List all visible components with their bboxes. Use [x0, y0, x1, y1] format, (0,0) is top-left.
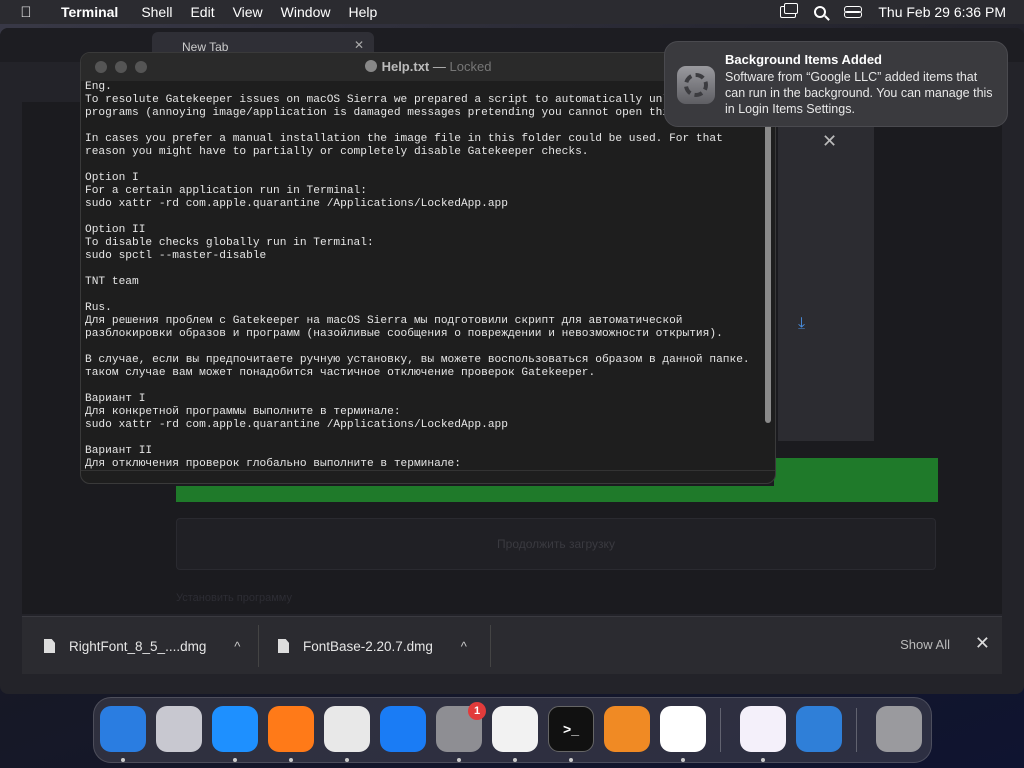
download-filename: FontBase-2.20.7.dmg [303, 638, 433, 654]
document-icon [364, 60, 377, 72]
download-item[interactable]: RightFont_8_5_....dmg ^ [44, 617, 240, 675]
menu-bar:  Terminal Shell Edit View Window Help T… [0, 0, 1024, 24]
running-indicator [345, 758, 349, 762]
running-indicator [761, 758, 765, 762]
notification-body: Software from “Google LLC” added items t… [725, 70, 993, 116]
horizontal-scroll-track[interactable] [81, 470, 775, 471]
dock-system-settings-icon[interactable]: 1 [436, 702, 486, 752]
menu-view[interactable]: View [224, 4, 272, 20]
download-item[interactable]: FontBase-2.20.7.dmg ^ [278, 617, 467, 675]
green-action-bar-lower[interactable] [176, 486, 938, 502]
window-title: Help.txt [381, 59, 430, 74]
dock-visual-studio-icon[interactable] [740, 706, 786, 752]
locked-status[interactable]: Locked [450, 59, 492, 74]
running-indicator [681, 758, 685, 762]
dock-firefox-icon[interactable] [268, 706, 314, 752]
download-icon[interactable]: ⤓ [798, 315, 805, 333]
dock-finder-icon[interactable] [100, 706, 146, 752]
zoom-window-button[interactable] [135, 61, 147, 73]
dialog-close-icon[interactable]: ✕ [822, 131, 837, 152]
apple-menu-icon[interactable]:  [0, 4, 52, 21]
show-all-button[interactable]: Show All [900, 637, 950, 652]
menu-extras: Thu Feb 29 6:36 PM [780, 0, 1006, 24]
dock-chrome-icon[interactable] [324, 706, 370, 752]
dock-textedit-icon[interactable] [492, 706, 538, 752]
dock-garageband-icon[interactable] [604, 706, 650, 752]
stage-manager-icon[interactable] [780, 3, 799, 18]
browser-dialog: ✕ ⤓ [778, 125, 874, 441]
notification-badge: 1 [468, 702, 486, 720]
menu-window[interactable]: Window [272, 4, 340, 20]
running-indicator [513, 758, 517, 762]
dock-terminal-icon[interactable]: >_ [548, 706, 594, 752]
vertical-scrollbar[interactable] [765, 93, 771, 423]
dock-launchpad-icon[interactable] [156, 706, 202, 752]
faded-button[interactable]: Продолжить загрузку [176, 518, 936, 570]
dock-separator [720, 708, 721, 752]
close-window-button[interactable] [95, 61, 107, 73]
menu-app-name[interactable]: Terminal [52, 4, 132, 20]
help-text-content[interactable]: Eng. To resolute Gatekeeper issues on ma… [85, 81, 755, 471]
download-bar-close-icon[interactable]: ✕ [975, 633, 990, 654]
control-center-icon[interactable] [844, 6, 863, 18]
running-indicator [233, 758, 237, 762]
running-indicator [569, 758, 573, 762]
chevron-up-icon[interactable]: ^ [461, 639, 467, 654]
running-indicator [289, 758, 293, 762]
download-bar: RightFont_8_5_....dmg ^ FontBase-2.20.7.… [22, 616, 1002, 674]
dock: 1 >_ [93, 697, 932, 763]
running-indicator [121, 758, 125, 762]
spotlight-search-icon[interactable] [814, 6, 827, 18]
menu-shell[interactable]: Shell [132, 4, 181, 20]
system-settings-icon [677, 66, 715, 104]
dock-separator [856, 708, 857, 752]
title-separator: — [432, 59, 446, 74]
file-icon [278, 639, 289, 653]
dock-app-store-icon[interactable] [380, 706, 426, 752]
faded-row-text: Установить программу [176, 592, 292, 604]
dock-trash-icon[interactable] [876, 706, 922, 752]
window-controls [95, 61, 147, 73]
download-filename: RightFont_8_5_....dmg [69, 638, 207, 654]
minimize-window-button[interactable] [115, 61, 127, 73]
menu-help[interactable]: Help [339, 4, 386, 20]
dock-weather-icon[interactable] [796, 706, 842, 752]
tab-close-icon[interactable]: ✕ [354, 38, 364, 52]
dock-vscode-icon[interactable] [660, 706, 706, 752]
running-indicator [457, 758, 461, 762]
chevron-up-icon[interactable]: ^ [234, 639, 240, 654]
menu-clock[interactable]: Thu Feb 29 6:36 PM [878, 4, 1006, 20]
notification-title: Background Items Added [725, 52, 882, 67]
file-icon [44, 639, 55, 653]
notification-banner[interactable]: Background Items Added Software from “Go… [664, 41, 1008, 127]
menu-edit[interactable]: Edit [181, 4, 223, 20]
dock-safari-icon[interactable] [212, 706, 258, 752]
